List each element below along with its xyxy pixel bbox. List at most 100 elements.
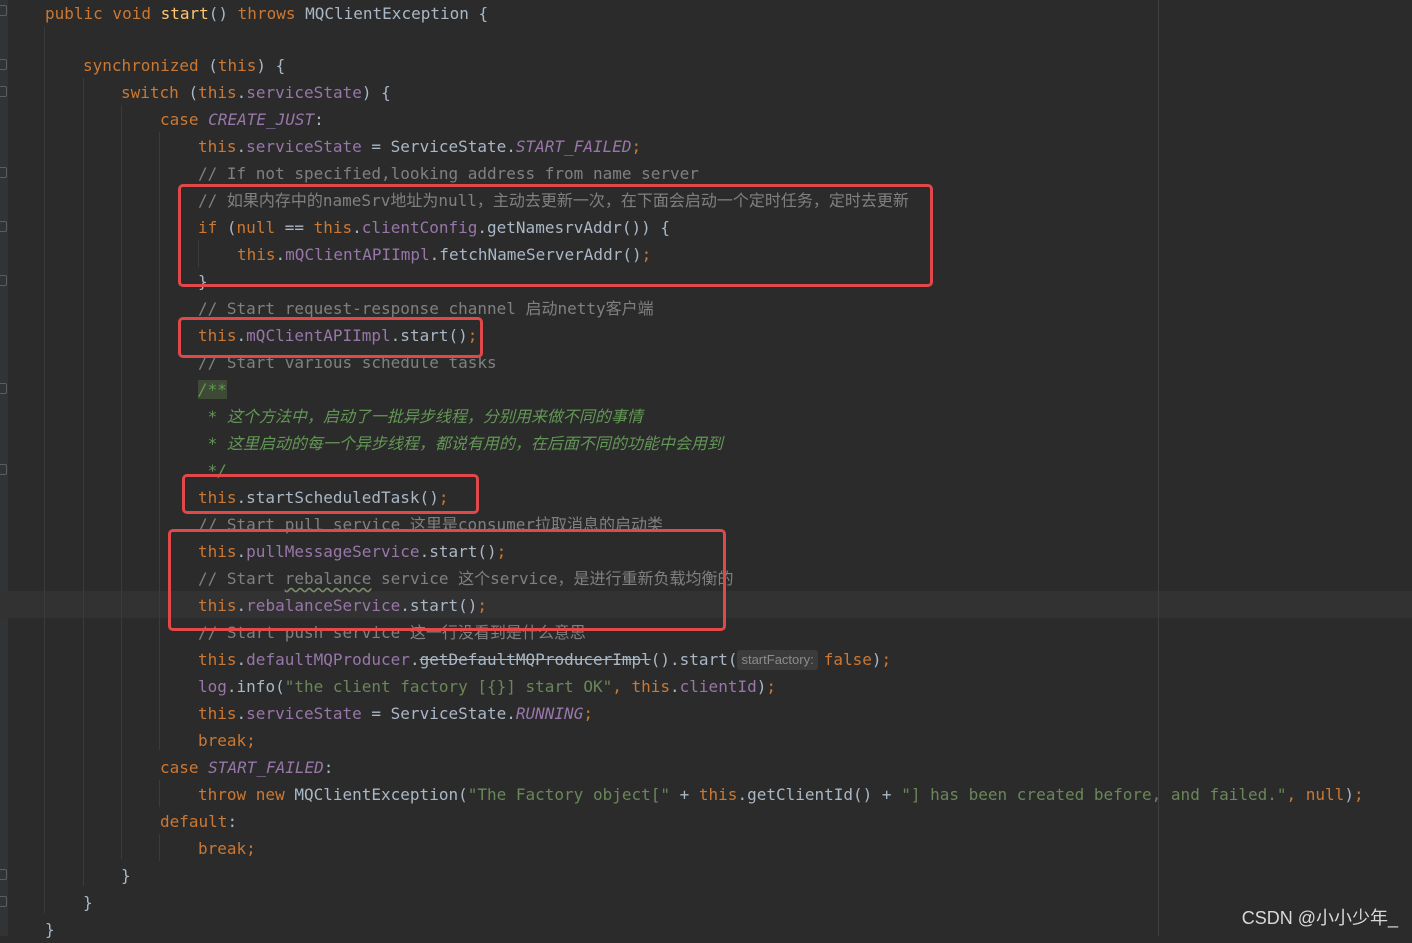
constant-token: RUNNING [515, 704, 584, 723]
code-token: . [236, 137, 247, 156]
code-token: ( [188, 83, 199, 102]
code-token: : [314, 110, 324, 129]
indent-guide [159, 834, 160, 861]
keyword-token: public void [45, 4, 161, 23]
keyword-token: , null [1286, 785, 1345, 804]
code-line[interactable]: this.serviceState = ServiceState.RUNNING… [198, 700, 593, 727]
keyword-token: this [698, 785, 738, 804]
code-token: } [45, 920, 55, 939]
highlight-box-scheduled-task [182, 474, 479, 514]
code-line[interactable]: case START_FAILED: [160, 754, 333, 781]
highlight-box-namesrv [178, 184, 933, 287]
code-token: . [236, 83, 247, 102]
code-token: ) [1344, 785, 1354, 804]
code-token: } [121, 866, 131, 885]
code-token: + [679, 785, 699, 804]
code-line[interactable]: throw new MQClientException("The Factory… [198, 781, 1364, 808]
code-line[interactable]: break; [198, 835, 256, 862]
code-token: () [208, 4, 238, 23]
string-token: "] has been created before, and failed." [901, 785, 1287, 804]
code-line[interactable]: } [121, 862, 131, 889]
code-token: ( [208, 56, 218, 75]
comment-token: // Start request-response channel 启动nett… [198, 299, 654, 318]
code-line[interactable]: * 这个方法中，启动了一批异步线程，分别用来做不同的事情 [198, 403, 643, 430]
indent-guide [121, 105, 122, 859]
code-line[interactable]: break; [198, 727, 256, 754]
constant-token: START_FAILED [208, 758, 324, 777]
fold-marker-icon[interactable] [0, 896, 7, 907]
highlight-box-pull-rebalance [168, 529, 726, 631]
keyword-token: this [217, 56, 257, 75]
code-token: . [409, 650, 420, 669]
doc-comment-token: /** [198, 380, 227, 399]
method-token: start [160, 4, 209, 23]
keyword-token: default [160, 812, 228, 831]
field-token: serviceState [246, 704, 362, 723]
field-token: serviceState [246, 137, 362, 156]
string-token: "the client factory [{}] start OK" [284, 677, 613, 696]
keyword-token: throw new [198, 785, 295, 804]
code-token: : [227, 812, 238, 831]
indent-guide [83, 78, 84, 886]
code-token: ) [871, 650, 882, 669]
field-token: defaultMQProducer [246, 650, 410, 669]
field-token: log [198, 677, 227, 696]
code-token: = ServiceState. [361, 137, 516, 156]
highlight-box-api-start [178, 317, 483, 358]
code-line[interactable]: * 这里启动的每一个异步线程，都说有用的，在后面不同的功能中会用到 [198, 430, 723, 457]
code-line[interactable]: log.info("the client factory [{}] start … [198, 673, 776, 700]
code-line[interactable]: case CREATE_JUST: [160, 106, 324, 133]
fold-marker-icon[interactable] [0, 5, 7, 16]
fold-marker-icon[interactable] [0, 59, 7, 70]
code-line[interactable]: } [83, 889, 93, 916]
fold-marker-icon[interactable] [0, 383, 7, 394]
code-token: . [236, 704, 247, 723]
parameter-hint: startFactory: [737, 650, 818, 670]
keyword-token: ; [766, 677, 776, 696]
constant-token: START_FAILED [515, 137, 632, 156]
keyword-token: this [198, 137, 237, 156]
code-token: ().start( [650, 650, 738, 669]
keyword-token: , this [612, 677, 671, 696]
code-token: MQClientException { [305, 4, 489, 23]
code-line[interactable]: switch (this.serviceState) { [121, 79, 391, 106]
keyword-token: break; [198, 839, 256, 858]
keyword-token: case [160, 110, 209, 129]
code-line[interactable]: default: [160, 808, 237, 835]
fold-marker-icon[interactable] [0, 869, 7, 880]
code-token: ) [756, 677, 767, 696]
code-line[interactable]: } [45, 916, 55, 943]
fold-marker-icon[interactable] [0, 86, 7, 97]
doc-comment-token: * 这里启动的每一个异步线程，都说有用的，在后面不同的功能中会用到 [198, 434, 723, 453]
code-token: ) { [361, 83, 391, 102]
keyword-token: ; [583, 704, 593, 723]
fold-marker-icon[interactable] [0, 167, 7, 178]
code-token: = ServiceState. [361, 704, 516, 723]
keyword-token: switch [121, 83, 189, 102]
code-line[interactable]: this.serviceState = ServiceState.START_F… [198, 133, 641, 160]
comment-token: // If not specified,looking address from… [198, 164, 699, 183]
code-line[interactable]: public void start() throws MQClientExcep… [45, 0, 488, 27]
code-token: . [670, 677, 680, 696]
doc-comment-token: * 这个方法中，启动了一批异步线程，分别用来做不同的事情 [198, 407, 643, 426]
keyword-token: synchronized [83, 56, 209, 75]
indent-guide [159, 780, 160, 807]
code-line[interactable]: synchronized (this) { [83, 52, 285, 79]
code-token: . [236, 650, 247, 669]
fold-marker-icon[interactable] [0, 275, 7, 286]
indent-guide [159, 132, 160, 750]
fold-marker-icon[interactable] [0, 221, 7, 232]
watermark: CSDN @小小少年_ [1241, 908, 1398, 928]
code-line[interactable]: // If not specified,looking address from… [198, 160, 699, 187]
fold-marker-icon[interactable] [0, 464, 7, 475]
code-line[interactable]: /** [198, 376, 227, 403]
keyword-token: this [198, 83, 237, 102]
code-line[interactable]: this.defaultMQProducer.getDefaultMQProdu… [198, 646, 891, 673]
code-token: MQClientException( [294, 785, 468, 804]
constant-token: CREATE_JUST [208, 110, 315, 129]
field-token: clientId [679, 677, 757, 696]
code-token: } [83, 893, 93, 912]
keyword-token: case [160, 758, 209, 777]
string-token: "The Factory object[" [467, 785, 680, 804]
code-token: : [323, 758, 334, 777]
